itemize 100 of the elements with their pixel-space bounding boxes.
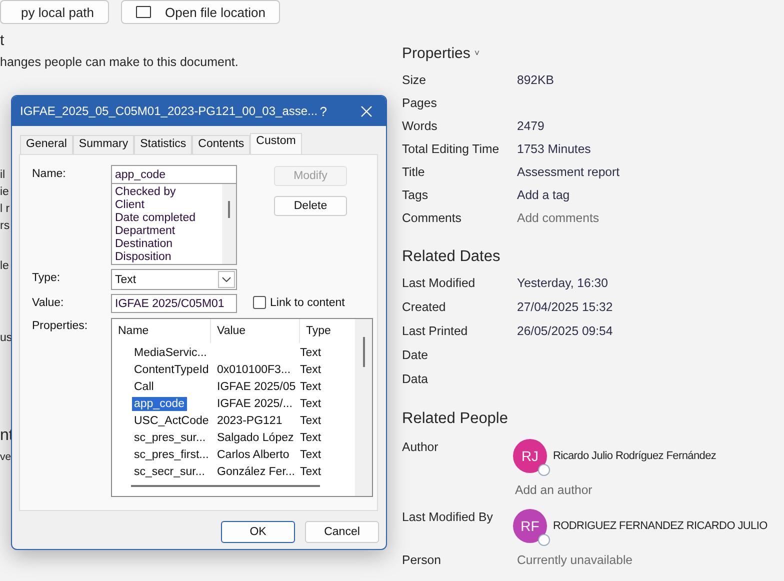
table-cell[interactable]: sc_pres_sur... [133,432,206,444]
table-cell-text: González Fer... [216,466,296,478]
checkbox[interactable] [253,296,266,309]
table-cell-text: 0x010100F3... [216,364,292,376]
column-header[interactable]: Type [300,319,355,343]
property-label: Last Printed [402,324,469,338]
file-button[interactable]: Open file location [121,0,280,24]
property-label: Last Modified By [402,509,494,526]
close-icon[interactable] [361,106,372,116]
section-title: Related Dates [402,246,502,266]
text-fragment: l r [0,203,10,217]
property-value: 892KB [517,72,554,86]
table-cell[interactable]: sc_secr_sur... [133,466,205,478]
table-cell[interactable]: sc_pres_first... [133,448,209,460]
property-label: Total Editing Time [402,142,500,156]
person-name: Ricardo Julio Rodríguez Fernández [553,450,716,462]
property-label: Words [402,118,438,132]
tab[interactable]: General [20,135,73,154]
property-label: Size [402,72,427,86]
table-cell-text: Salgado López [216,432,295,444]
window-title: IGFAE_2025_05_C05M01_2023-PG121_00_03_asse... [20,104,319,118]
property-label: Person [402,552,442,566]
presence-icon [538,464,550,476]
table-cell-text: Carlos Alberto [216,448,290,460]
column-header[interactable]: Name [112,319,211,343]
table-cell-text: Text [300,448,322,460]
property-label: Date [402,348,429,362]
name-field[interactable]: app_code [111,165,237,184]
scrollbar[interactable] [131,485,320,487]
table-cell-text: IGFAE 2025/... [216,398,294,410]
value-field[interactable]: IGFAE 2025/C05M01 [111,294,237,313]
list-item[interactable]: Disposition [115,251,222,264]
text-fragment: rs [0,220,10,234]
property-label: Last Modified [402,276,476,290]
table-cell-text: Text [300,346,322,358]
field-label: Properties: [32,319,89,332]
list-item[interactable]: Department [115,225,222,238]
property-label: Pages [402,96,438,110]
avatar: RF [513,509,547,543]
text-fragment: le [0,260,9,274]
section-title: Related People [402,408,509,428]
property-label: Data [402,372,429,386]
table-cell[interactable]: USC_ActCode [133,414,209,426]
property-value: Add a tag [517,188,570,202]
list-item[interactable]: Checked by [115,186,222,199]
field-label: Name: [32,167,67,180]
property-value: 26/05/2025 09:54 [517,324,613,338]
scrollbar-thumb[interactable] [362,337,364,367]
table-cell[interactable]: app_code [132,396,187,410]
property-label: Created [402,300,447,314]
type-dropdown[interactable]: Text [111,269,237,290]
table-cell-text: Text [300,364,322,376]
checkbox-label[interactable]: Link to content [270,296,345,308]
table-cell-text: 2023-PG121 [216,414,284,426]
help-button[interactable]: ? [320,104,327,118]
tab[interactable]: Summary [72,135,134,154]
section-heading: t [0,32,6,50]
text-fragment: il [0,169,6,183]
table-cell-text: IGFAE 2025/05 [216,380,297,392]
property-label: Author [402,439,440,456]
property-value: Yesterday, 16:30 [517,276,608,290]
list-item[interactable]: Date completed [115,212,222,225]
cancel-button[interactable]: Cancel [305,521,379,543]
presence-icon [538,534,550,546]
delete-button[interactable]: Delete [274,196,347,216]
text-fragment: ve [0,451,12,465]
property-value: 1753 Minutes [517,142,591,156]
name-list[interactable]: Checked by Client Date completed Department Destination Disposition [111,184,237,265]
field-label: Type: [32,271,62,284]
table-cell[interactable]: MediaServic... [133,346,207,358]
status-text: Currently unavailable [517,552,633,566]
tab[interactable]: Custom [250,133,302,154]
scrollbar-thumb[interactable] [228,201,230,218]
column-header[interactable]: Value [211,319,300,343]
tab[interactable]: Contents [192,135,250,154]
list-item[interactable]: Destination [115,238,222,251]
property-label: Tags [402,188,429,202]
table-cell-text: Text [300,432,322,444]
text-fragment: ie [0,186,9,200]
table-cell[interactable]: Call [133,380,154,392]
table-cell[interactable]: ContentTypeId [133,364,209,376]
person-name: RODRIGUEZ FERNANDEZ RICARDO JULIO [553,520,768,532]
list-item[interactable]: Client [115,199,222,212]
section-description: hanges people can make to this document. [0,55,240,69]
add-author-link[interactable]: Add an author [515,483,716,497]
table-cell-text: Text [300,466,322,478]
ok-button[interactable]: OK [221,521,295,543]
property-label: Title [402,164,426,178]
property-label: Comments [402,210,462,224]
table-cell-text: Text [300,380,322,392]
property-value[interactable]: Add comments [517,210,600,224]
property-value: 2479 [517,118,544,132]
section-title: Properties [402,44,470,62]
tab[interactable]: Statistics [134,135,192,154]
file-button[interactable]: py local path [0,0,109,24]
chevron-icon[interactable]: ˅ [474,48,480,58]
property-value: Assessment report [517,164,620,178]
table-cell-text: Text [300,398,322,410]
property-value: 27/04/2025 15:32 [517,300,613,314]
caret-icon[interactable] [218,271,235,288]
